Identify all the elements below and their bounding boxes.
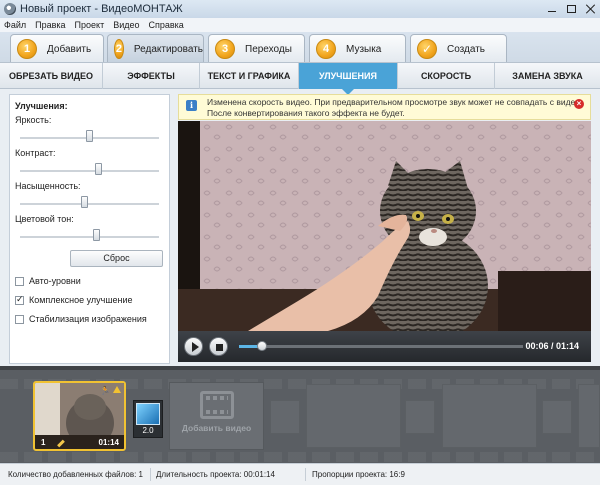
add-video-button[interactable]: Добавить видео xyxy=(169,382,264,450)
menu-file[interactable]: Файл xyxy=(4,20,26,30)
menu-video[interactable]: Видео xyxy=(113,20,139,30)
empty-transition-slot xyxy=(270,400,300,434)
window-title: Новый проект - ВидеоМОНТАЖ xyxy=(20,3,183,15)
option-label: Стабилизация изображения xyxy=(29,314,147,324)
option-label: Комплексное улучшение xyxy=(29,295,133,305)
minimize-icon[interactable] xyxy=(547,4,557,14)
reset-button[interactable]: Сброс xyxy=(70,250,163,267)
status-divider xyxy=(305,468,306,481)
complex-enhancement-option[interactable]: Комплексное улучшение xyxy=(15,294,164,305)
app-logo-icon xyxy=(4,3,16,15)
subtab-text-graphics[interactable]: ТЕКСТ И ГРАФИКА xyxy=(200,63,299,89)
stop-button[interactable] xyxy=(209,337,228,356)
stabilization-checkbox[interactable] xyxy=(15,314,24,324)
slider-thumb[interactable] xyxy=(95,163,103,175)
slider-thumb[interactable] xyxy=(80,196,88,208)
notice-line-2: После конвертирования такого эффекта не … xyxy=(207,108,405,118)
transition-block[interactable]: 2.0 xyxy=(133,400,163,438)
title-bar: Новый проект - ВидеоМОНТАЖ xyxy=(0,0,600,18)
menu-edit[interactable]: Правка xyxy=(35,20,65,30)
info-icon: i xyxy=(186,100,197,111)
enhancements-panel: Улучшения: Яркость: Контраст: Насыщеннос… xyxy=(9,94,170,364)
slider-thumb[interactable] xyxy=(86,130,93,142)
clip-number: 1 xyxy=(41,438,46,447)
status-divider xyxy=(150,468,151,481)
add-video-label: Добавить видео xyxy=(181,423,252,433)
progress-knob[interactable] xyxy=(257,341,267,351)
speed-warning-notice: i Изменена скорость видео. При предварит… xyxy=(178,94,591,120)
subtab-trim[interactable]: ОБРЕЗАТЬ ВИДЕО xyxy=(0,63,103,89)
step-number-icon: 1 xyxy=(17,39,37,59)
step-number-icon: 4 xyxy=(316,39,336,59)
empty-transition-slot xyxy=(405,400,435,434)
tab-add[interactable]: 1 Добавить xyxy=(10,34,104,63)
auto-levels-option[interactable]: Авто-уровни xyxy=(15,276,164,286)
subtab-effects[interactable]: ЭФФЕКТЫ xyxy=(103,63,200,89)
edit-subtabs: ОБРЕЗАТЬ ВИДЕО ЭФФЕКТЫ ТЕКСТ И ГРАФИКА У… xyxy=(0,62,600,95)
tab-label: Музыка xyxy=(346,43,382,55)
transition-duration: 2.0 xyxy=(142,426,154,435)
project-proportions: Пропорции проекта: 16:9 xyxy=(312,470,405,479)
auto-levels-checkbox[interactable] xyxy=(15,276,24,286)
clip-duration: 01:14 xyxy=(98,438,119,447)
complex-enhancement-checkbox[interactable] xyxy=(15,294,24,305)
tab-label: Добавить xyxy=(47,43,92,55)
film-icon xyxy=(199,391,234,419)
tab-label: Создать xyxy=(447,43,486,55)
menu-project[interactable]: Проект xyxy=(75,20,105,30)
storyboard-timeline: 🏃 1 01:14 2.0 Добавить видео xyxy=(0,366,600,463)
tab-transitions[interactable]: 3 Переходы xyxy=(208,34,305,63)
time-readout: 00:06 / 01:14 xyxy=(525,341,579,351)
hue-slider[interactable] xyxy=(15,224,164,244)
saturation-slider[interactable] xyxy=(15,191,164,211)
player-controls: 00:06 / 01:14 xyxy=(178,331,591,362)
brightness-label: Яркость: xyxy=(15,115,52,125)
video-frame-cat xyxy=(178,121,591,331)
project-duration: Длительность проекта: 00:01:14 xyxy=(156,470,275,479)
step-number-icon: 3 xyxy=(215,39,235,59)
empty-clip-slot xyxy=(306,384,401,448)
subtab-replace-audio[interactable]: ЗАМЕНА ЗВУКА xyxy=(495,63,600,89)
tab-label: Редактировать xyxy=(133,43,203,55)
checkmark-icon: ✓ xyxy=(417,39,437,59)
hue-label: Цветовой тон: xyxy=(15,214,74,224)
warning-icon xyxy=(113,386,121,393)
saturation-label: Насыщенность: xyxy=(15,181,81,191)
tab-music[interactable]: 4 Музыка xyxy=(309,34,406,63)
empty-transition-slot xyxy=(542,400,572,434)
step-number-icon: 2 xyxy=(114,39,124,59)
tab-edit[interactable]: 2 Редактировать xyxy=(107,34,204,63)
slider-thumb[interactable] xyxy=(92,229,100,241)
status-bar: Количество добавленных файлов: 1 Длитель… xyxy=(0,463,600,485)
brightness-slider[interactable] xyxy=(15,125,164,145)
stabilization-option[interactable]: Стабилизация изображения xyxy=(15,314,164,324)
tab-create[interactable]: ✓ Создать xyxy=(410,34,507,63)
option-label: Авто-уровни xyxy=(29,276,81,286)
menu-bar: Файл Правка Проект Видео Справка xyxy=(0,18,600,32)
subtab-enhancements[interactable]: УЛУЧШЕНИЯ xyxy=(299,63,398,95)
playback-progress[interactable] xyxy=(239,341,523,351)
panel-title: Улучшения: xyxy=(15,101,68,111)
close-icon[interactable] xyxy=(586,4,596,14)
transition-icon xyxy=(136,403,160,425)
video-preview[interactable] xyxy=(178,121,591,331)
files-count: Количество добавленных файлов: 1 xyxy=(8,470,143,479)
play-button[interactable] xyxy=(184,337,203,356)
maximize-icon[interactable] xyxy=(567,5,576,13)
window-controls xyxy=(547,0,596,18)
timeline-clip[interactable]: 🏃 1 01:14 xyxy=(33,381,126,451)
empty-clip-slot xyxy=(442,384,537,448)
notice-close-icon[interactable]: × xyxy=(574,99,584,109)
tab-label: Переходы xyxy=(245,43,292,55)
notice-line-1: Изменена скорость видео. При предварител… xyxy=(207,97,583,107)
menu-help[interactable]: Справка xyxy=(149,20,184,30)
empty-clip-slot xyxy=(578,384,600,448)
contrast-label: Контраст: xyxy=(15,148,56,158)
film-strip-bottom xyxy=(0,452,600,462)
contrast-slider[interactable] xyxy=(15,158,164,178)
main-tabs: 1 Добавить 2 Редактировать 3 Переходы 4 … xyxy=(0,32,600,63)
subtab-speed[interactable]: СКОРОСТЬ xyxy=(398,63,495,89)
effect-runner-icon: 🏃 xyxy=(100,386,110,395)
